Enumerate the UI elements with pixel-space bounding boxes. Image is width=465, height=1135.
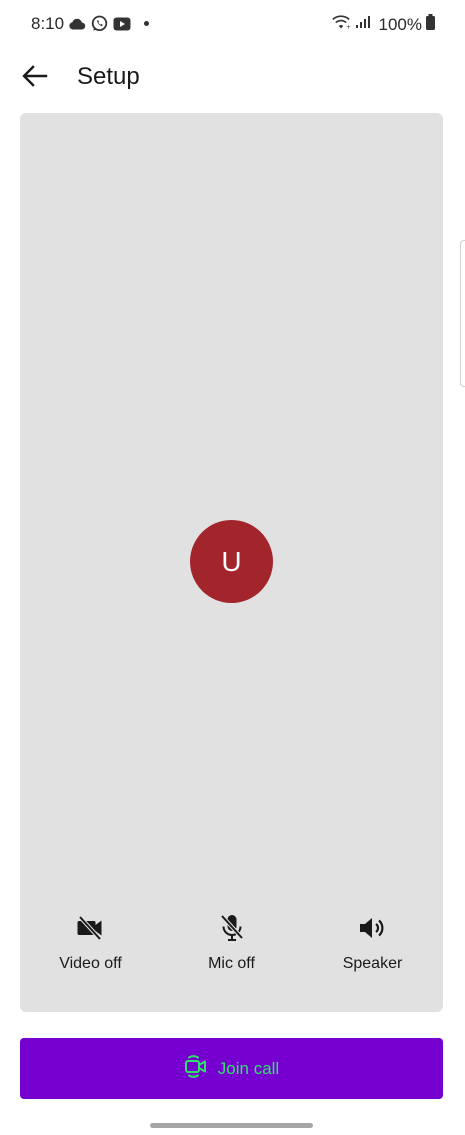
avatar: U: [190, 520, 273, 603]
app-bar: Setup: [0, 48, 465, 108]
battery-percentage: 100%: [378, 14, 422, 34]
edge-panel-handle[interactable]: [460, 240, 465, 387]
avatar-initial: U: [221, 545, 242, 577]
status-bar: 8:10 + 100%: [0, 0, 465, 48]
video-off-icon: [76, 913, 106, 943]
whatsapp-icon: [91, 15, 108, 32]
wifi-icon: +: [331, 14, 351, 35]
mic-off-icon: [217, 913, 247, 943]
home-indicator[interactable]: [150, 1123, 313, 1128]
battery-icon: [426, 14, 435, 35]
video-call-icon: [184, 1053, 208, 1084]
video-toggle-button[interactable]: Video off: [20, 913, 161, 973]
speaker-icon: [358, 913, 388, 943]
cloud-icon: [68, 17, 86, 31]
back-button[interactable]: [20, 63, 50, 93]
mic-toggle-button[interactable]: Mic off: [161, 913, 302, 973]
arrow-left-icon: [22, 64, 48, 92]
call-controls: Video off Mic off Speaker: [20, 913, 443, 973]
status-time: 8:10: [31, 14, 65, 33]
mic-toggle-label: Mic off: [208, 955, 255, 972]
speaker-label: Speaker: [342, 955, 403, 972]
status-notification-icons: [68, 15, 149, 32]
video-toggle-label: Video off: [59, 955, 122, 972]
join-call-button[interactable]: Join call: [20, 1038, 443, 1099]
speaker-button[interactable]: Speaker: [302, 913, 443, 973]
youtube-icon: [113, 17, 131, 31]
camera-preview: U Video off Mic off Speaker: [20, 113, 443, 1012]
status-system-icons: + 100%: [331, 14, 435, 35]
join-call-label: Join call: [217, 1058, 280, 1078]
signal-icon: [355, 15, 371, 34]
svg-text:+: +: [346, 24, 351, 30]
notification-dot: [144, 21, 149, 26]
page-title: Setup: [77, 63, 140, 90]
